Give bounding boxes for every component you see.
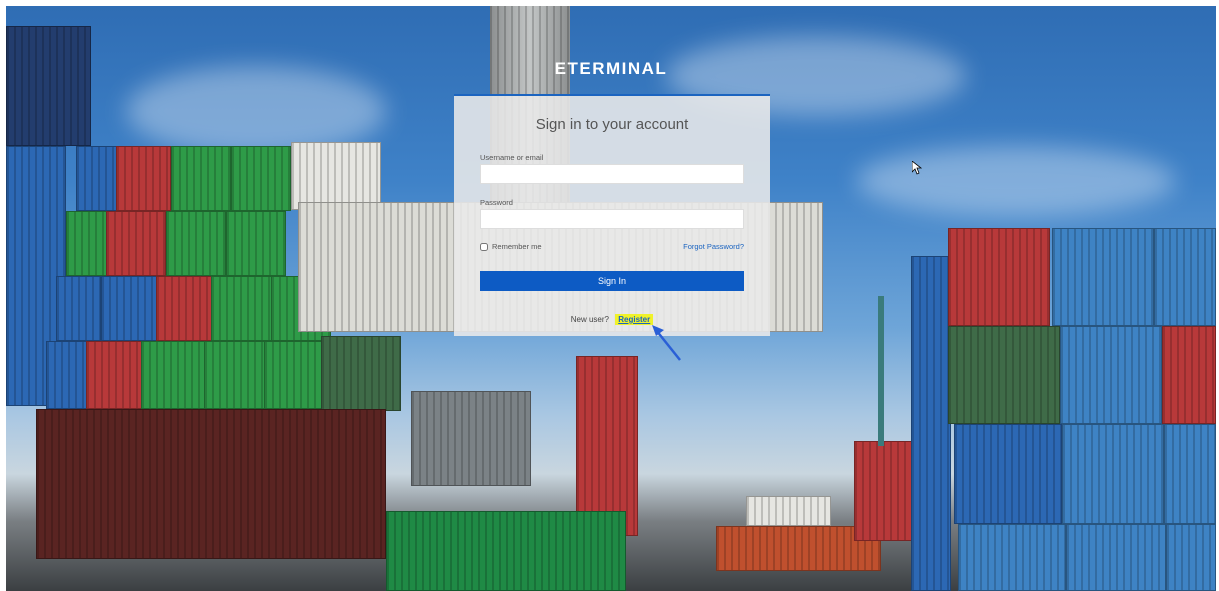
new-user-text: New user? — [570, 315, 609, 324]
harbor-containers — [854, 441, 914, 541]
login-card: Sign in to your account Username or emai… — [454, 94, 770, 336]
arrow-icon — [652, 325, 681, 361]
stacker-cabin — [411, 391, 531, 486]
forgot-password-link[interactable]: Forgot Password? — [683, 242, 744, 251]
mouse-pointer-icon — [912, 161, 922, 175]
username-label: Username or email — [480, 153, 544, 162]
login-heading: Sign in to your account — [535, 116, 689, 133]
remember-me: Remember me — [480, 242, 542, 251]
app-title: ETERMINAL — [554, 59, 668, 78]
password-input[interactable] — [480, 209, 744, 229]
new-user-row: New user? Register — [454, 314, 770, 325]
remember-me-checkbox[interactable] — [480, 242, 488, 251]
harbor-crane — [878, 296, 884, 446]
password-label: Password — [480, 198, 513, 207]
reach-stacker — [386, 511, 626, 591]
stacked-container-mid — [576, 356, 638, 536]
ship-superstructure — [746, 496, 831, 526]
username-input[interactable] — [480, 164, 744, 184]
sign-in-button[interactable]: Sign In — [480, 271, 744, 291]
remember-me-label: Remember me — [492, 242, 542, 251]
